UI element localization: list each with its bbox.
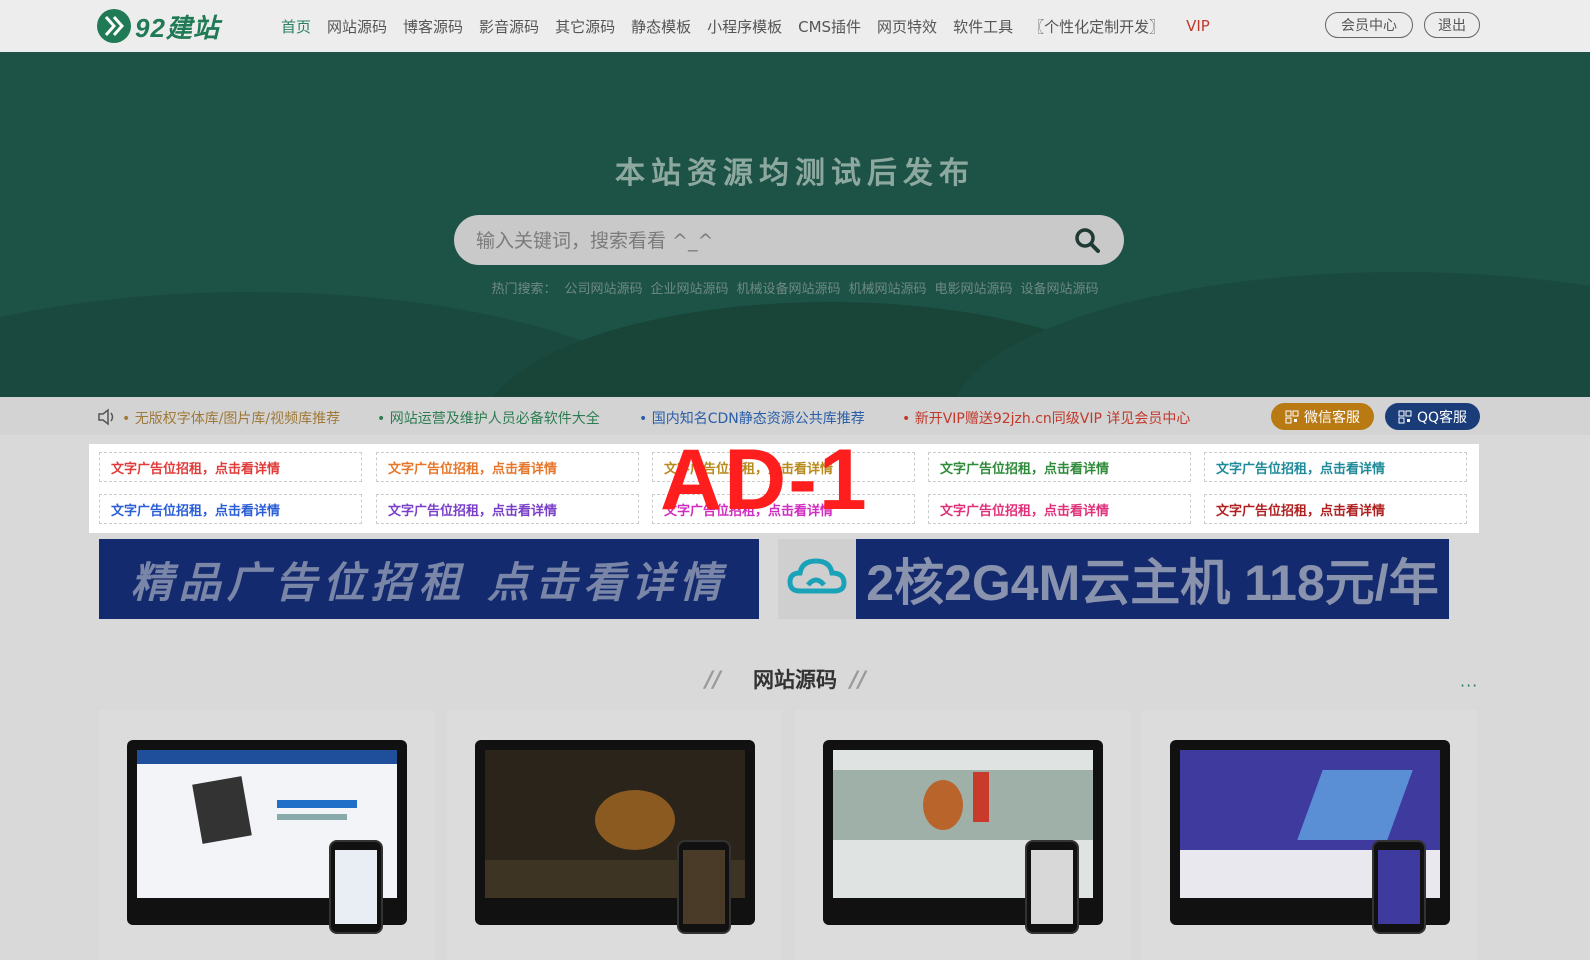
phone-mockup bbox=[329, 840, 383, 934]
text-ad-link[interactable]: 文字广告位招租，点击看详情 bbox=[376, 452, 639, 482]
notice-link[interactable]: • 国内知名CDN静态资源公共库推荐 bbox=[639, 408, 865, 428]
text-ad-link[interactable]: 文字广告位招租，点击看详情 bbox=[99, 452, 362, 482]
nav-item-cms-plugin[interactable]: CMS插件 bbox=[790, 16, 869, 37]
text-ad-link[interactable]: 文字广告位招租，点击看详情 bbox=[99, 494, 362, 524]
hot-search-term[interactable]: 企业网站源码 bbox=[650, 282, 728, 297]
hero-section: 本站资源均测试后发布 热门搜索： 公司网站源码企业网站源码机械设备网站源码机械网站… bbox=[0, 52, 1590, 397]
logout-button[interactable]: 退出 bbox=[1424, 12, 1480, 38]
monitor-mockup bbox=[1170, 740, 1450, 934]
monitor-mockup bbox=[127, 740, 407, 934]
qrcode-icon bbox=[1398, 410, 1412, 423]
hot-search-label: 热门搜索： bbox=[491, 282, 557, 297]
monitor-mockup bbox=[475, 740, 755, 934]
text-ad-link[interactable]: 文字广告位招租，点击看详情 bbox=[1204, 494, 1467, 524]
nav-item-software-tools[interactable]: 软件工具 bbox=[945, 16, 1021, 37]
monitor-mockup bbox=[823, 740, 1103, 934]
section-title: 网站源码 bbox=[753, 668, 837, 692]
hot-search-term[interactable]: 机械设备网站源码 bbox=[736, 282, 840, 297]
hot-searches: 热门搜索： 公司网站源码 企业网站源码 机械设备网站源码 机械网站源码 电影网站源码 设备网… bbox=[0, 278, 1590, 297]
logo-icon bbox=[97, 9, 131, 43]
site-logo[interactable]: 92建站 bbox=[97, 8, 220, 44]
nav-item-media-source[interactable]: 影音源码 bbox=[471, 16, 547, 37]
hero-title: 本站资源均测试后发布 bbox=[615, 156, 975, 191]
search-box bbox=[454, 215, 1124, 267]
cloud-logo[interactable] bbox=[778, 539, 856, 619]
nav-item-other-source[interactable]: 其它源码 bbox=[547, 16, 623, 37]
nav-item-static-template[interactable]: 静态模板 bbox=[623, 16, 699, 37]
hot-search-term[interactable]: 机械网站源码 bbox=[849, 282, 927, 297]
template-card[interactable] bbox=[99, 710, 434, 960]
text-ad-link[interactable]: 文字广告位招租，点击看详情 bbox=[928, 452, 1191, 482]
main-nav: 首页 网站源码 博客源码 影音源码 其它源码 静态模板 小程序模板 CMS插件 … bbox=[273, 0, 1218, 52]
hot-search-term[interactable]: 设备网站源码 bbox=[1021, 282, 1099, 297]
search-icon[interactable] bbox=[1074, 227, 1100, 253]
qrcode-icon bbox=[1285, 410, 1299, 423]
member-center-button[interactable]: 会员中心 bbox=[1325, 12, 1413, 38]
speaker-icon bbox=[98, 408, 114, 426]
nav-item-custom-dev[interactable]: 〖个性化定制开发〗 bbox=[1021, 16, 1172, 37]
text-ad-link[interactable]: 文字广告位招租，点击看详情 bbox=[1204, 452, 1467, 482]
hot-search-term[interactable]: 电影网站源码 bbox=[935, 282, 1013, 297]
cloud-icon bbox=[787, 558, 847, 594]
template-card[interactable] bbox=[447, 710, 782, 960]
logo-text: 92建站 bbox=[135, 12, 220, 43]
text-ad-link[interactable]: 文字广告位招租，点击看详情 bbox=[928, 494, 1191, 524]
ad-overlay-label: AD-1 bbox=[660, 432, 869, 528]
notice-link[interactable]: • 新开VIP赠送92jzh.cn同级VIP 详见会员中心 bbox=[902, 408, 1190, 428]
wechat-service-label: 微信客服 bbox=[1304, 409, 1360, 426]
nav-item-web-effects[interactable]: 网页特效 bbox=[869, 16, 945, 37]
nav-item-blog-source[interactable]: 博客源码 bbox=[395, 16, 471, 37]
template-card[interactable] bbox=[1142, 710, 1477, 960]
nav-item-miniprogram-template[interactable]: 小程序模板 bbox=[699, 16, 790, 37]
banner-ad-right[interactable]: 2核2G4M云主机 118元/年 bbox=[856, 539, 1449, 619]
qq-service-label: QQ客服 bbox=[1416, 409, 1468, 426]
nav-item-vip[interactable]: VIP bbox=[1178, 17, 1218, 35]
qq-service-button[interactable]: QQ客服 bbox=[1385, 403, 1480, 430]
phone-mockup bbox=[677, 840, 731, 934]
nav-item-site-source[interactable]: 网站源码 bbox=[319, 16, 395, 37]
more-link[interactable]: ··· bbox=[1460, 676, 1478, 695]
hot-search-term[interactable]: 公司网站源码 bbox=[564, 282, 642, 297]
template-card[interactable] bbox=[795, 710, 1130, 960]
search-input[interactable] bbox=[474, 215, 1038, 267]
notice-link[interactable]: • 网站运营及维护人员必备软件大全 bbox=[377, 408, 600, 428]
phone-mockup bbox=[1372, 840, 1426, 934]
phone-mockup bbox=[1025, 840, 1079, 934]
notice-link[interactable]: • 无版权字体库/图片库/视频库推荐 bbox=[122, 408, 340, 428]
nav-item-home[interactable]: 首页 bbox=[273, 16, 319, 37]
banner-ad-left[interactable]: 精品广告位招租 点击看详情 bbox=[99, 539, 759, 619]
wechat-service-button[interactable]: 微信客服 bbox=[1271, 403, 1374, 430]
text-ad-link[interactable]: 文字广告位招租，点击看详情 bbox=[376, 494, 639, 524]
title-decoration: // bbox=[850, 668, 867, 693]
